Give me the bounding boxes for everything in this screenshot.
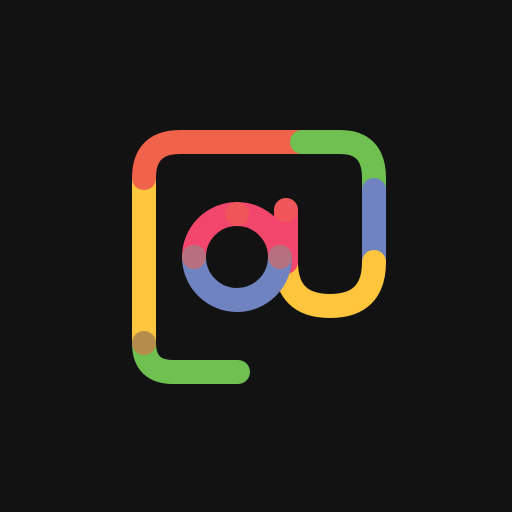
joint-dot-left-frame (132, 331, 156, 355)
joint-dot-stem-top (274, 198, 298, 222)
ring-bottom-stroke (182, 245, 292, 312)
joint-dot-ring-left (182, 245, 206, 269)
at-sign-logo-icon (132, 130, 386, 384)
frame-top-right-stroke (290, 130, 386, 202)
outer-frame (132, 130, 386, 384)
joint-dot-ring-top (225, 202, 249, 226)
frame-top-left-stroke (132, 130, 314, 190)
frame-bottom-left-stroke (132, 331, 250, 384)
hook-bottom-stroke (274, 250, 386, 319)
app-icon-canvas (0, 0, 512, 512)
inner-ring (182, 202, 292, 312)
joint-dot-ring-right (268, 245, 292, 269)
